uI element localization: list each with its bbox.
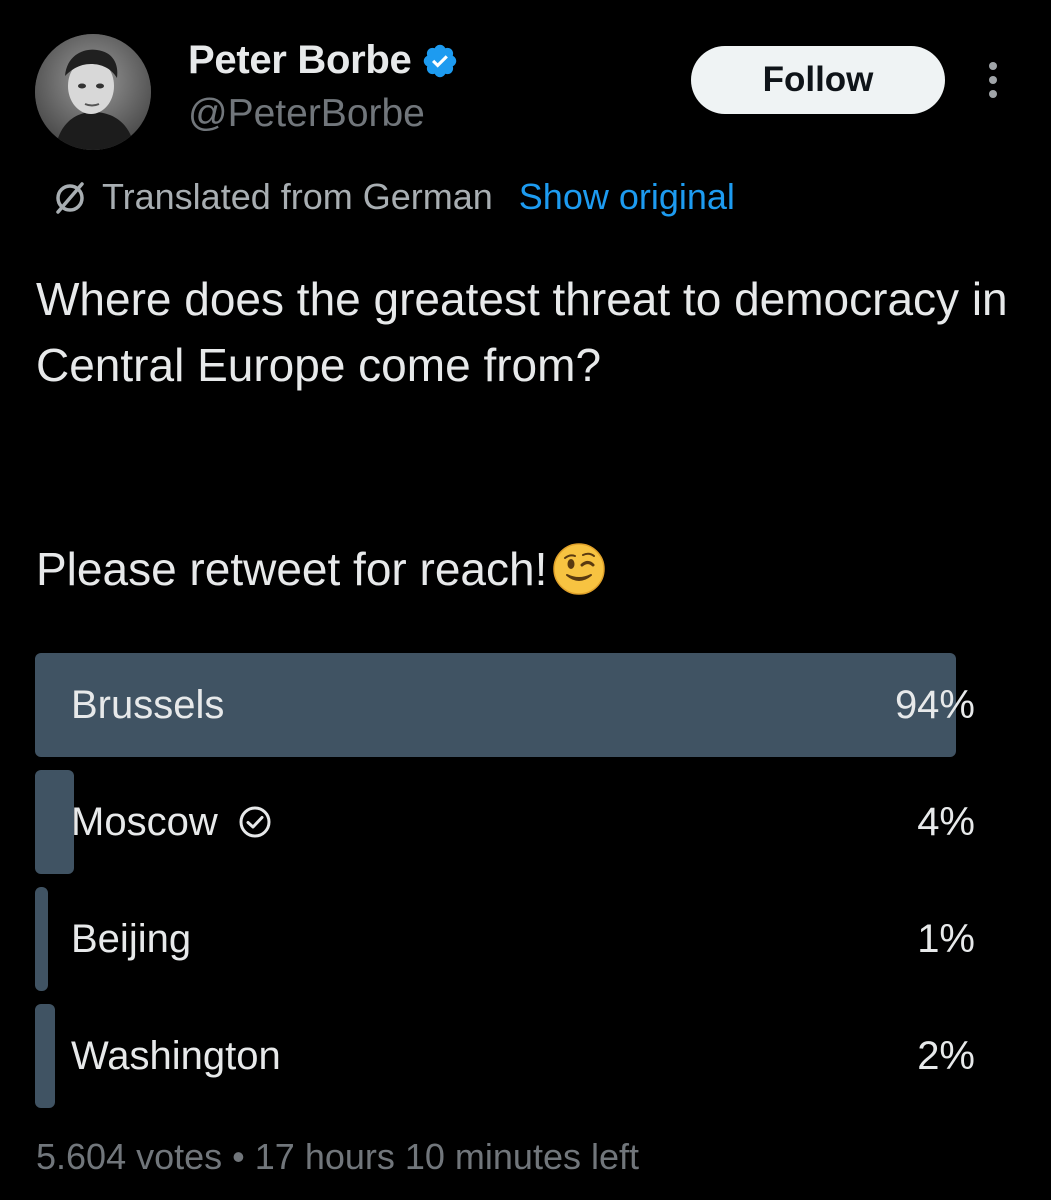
translation-label: Translated from German (102, 176, 493, 217)
follow-button[interactable]: Follow (691, 46, 945, 114)
translate-icon (56, 182, 84, 214)
checkmark-circle-icon (239, 806, 271, 838)
tweet-call-to-action: Please retweet for reach! (36, 536, 607, 602)
poll-meta-separator: • (232, 1136, 245, 1177)
poll-bar (35, 887, 48, 991)
poll-option-washington: Washington 2% (35, 1004, 975, 1108)
poll-option-label: Moscow (71, 800, 218, 844)
avatar-image (35, 34, 151, 150)
poll-option-beijing: Beijing 1% (35, 887, 975, 991)
poll-bar (35, 770, 74, 874)
poll-time-left: 17 hours 10 minutes left (254, 1136, 640, 1177)
author-display-name[interactable]: Peter Borbe (188, 38, 412, 83)
more-vertical-icon[interactable] (976, 60, 1010, 100)
author-handle[interactable]: @PeterBorbe (188, 92, 425, 136)
poll-option-label: Brussels (71, 683, 225, 727)
poll-meta: 5.604 votes • 17 hours 10 minutes left (36, 1136, 639, 1178)
author-name-row[interactable]: Peter Borbe (188, 38, 459, 83)
verified-badge-icon (424, 44, 457, 77)
poll-option-percent: 4% (917, 800, 975, 844)
call-to-action-text: Please retweet for reach! (36, 543, 548, 595)
winking-face-emoji-icon (553, 543, 606, 595)
show-original-link[interactable]: Show original (519, 176, 735, 218)
tweet-question: Where does the greatest threat to democr… (36, 273, 1008, 391)
translation-row: Translated from German Show original (50, 176, 735, 218)
avatar[interactable] (35, 34, 151, 150)
poll-option-percent: 2% (917, 1034, 975, 1078)
poll-option-label: Beijing (71, 917, 192, 961)
poll-vote-count: 5.604 votes (36, 1136, 223, 1177)
poll-option-label: Washington (71, 1034, 281, 1078)
poll-option-brussels: Brussels 94% (35, 653, 975, 757)
poll-bar (35, 1004, 55, 1108)
poll-option-percent: 94% (894, 683, 975, 727)
poll-option-moscow: Moscow 4% (35, 770, 975, 874)
tweet-text: Where does the greatest threat to democr… (36, 266, 1016, 398)
poll-option-percent: 1% (917, 917, 975, 961)
